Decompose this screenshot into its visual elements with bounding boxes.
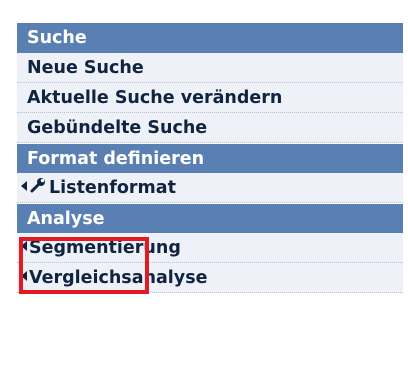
menu-item-label: Vergleichsanalyse [29,268,208,288]
menu-item-label: Aktuelle Suche verändern [27,88,283,108]
section-title: Format definieren [27,149,205,169]
arrow-left-icon [21,181,27,191]
section-title: Analyse [27,209,105,229]
menu-item-label: Segmentierung [29,238,181,258]
menu-item-gebuendelte-suche[interactable]: Gebündelte Suche [17,113,403,143]
arrow-left-icon [21,241,27,251]
section-header-format-definieren[interactable]: Format definieren [17,143,403,173]
section-title: Suche [27,28,87,48]
section-header-analyse[interactable]: Analyse [17,203,403,233]
arrow-left-icon [21,271,27,281]
menu-item-aktuelle-suche-veraendern[interactable]: Aktuelle Suche verändern [17,83,403,113]
menu-item-listenformat[interactable]: Listenformat [17,173,403,203]
menu-item-label: Listenformat [49,178,176,198]
menu-item-neue-suche[interactable]: Neue Suche [17,53,403,83]
menu-item-vergleichsanalyse[interactable]: Vergleichsanalyse [17,263,403,293]
navigation-menu: Suche Neue Suche Aktuelle Suche veränder… [17,23,403,294]
section-header-suche[interactable]: Suche [17,23,403,53]
wrench-icon [30,178,45,193]
menu-item-segmentierung[interactable]: Segmentierung [17,233,403,263]
menu-item-label: Gebündelte Suche [27,118,208,138]
menu-item-label: Neue Suche [27,58,144,78]
